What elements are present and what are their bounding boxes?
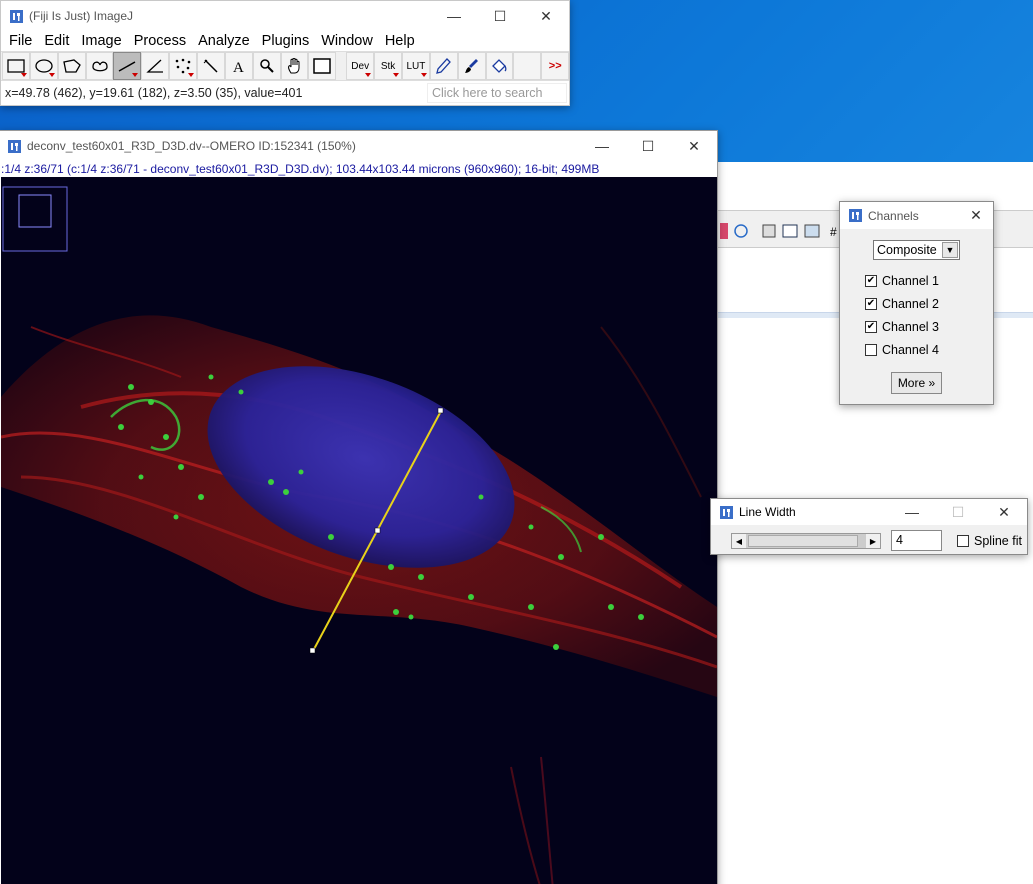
close-button[interactable]: ✕ <box>523 1 569 31</box>
minimize-button[interactable]: — <box>431 1 477 31</box>
checkbox-empty-icon <box>957 535 969 547</box>
line-width-window[interactable]: Line Width — ☐ ✕ ◀ ▶ 4 Spline fit <box>710 498 1028 555</box>
imagej-title: (Fiji Is Just) ImageJ <box>29 9 134 23</box>
channel-1-checkbox[interactable]: ✔ Channel 1 <box>865 272 939 290</box>
more-button[interactable]: More » <box>891 372 942 394</box>
svg-text:A: A <box>233 60 244 74</box>
zoom-tool[interactable] <box>252 52 281 80</box>
brush-icon <box>464 59 478 73</box>
angle-tool[interactable] <box>141 52 170 80</box>
rectangle-tool[interactable] <box>2 52 30 80</box>
line-width-input[interactable]: 4 <box>891 530 942 551</box>
channel-2-checkbox[interactable]: ✔ Channel 2 <box>865 295 939 313</box>
flood-fill-tool[interactable] <box>485 52 514 80</box>
multipoint-icon <box>175 58 191 74</box>
fiji-icon <box>9 9 23 23</box>
oval-tool[interactable] <box>29 52 58 80</box>
imagej-titlebar[interactable]: (Fiji Is Just) ImageJ — ☐ ✕ <box>1 1 569 31</box>
color-picker-icon <box>313 58 332 74</box>
menu-plugins[interactable]: Plugins <box>256 33 316 49</box>
more-tools-button[interactable]: >> <box>541 52 570 80</box>
image-window-titlebar[interactable]: deconv_test60x01_R3D_D3D.dv--OMERO ID:15… <box>0 131 717 161</box>
chevron-down-icon: ▼ <box>942 242 958 258</box>
fiji-icon <box>848 209 862 223</box>
svg-text:#: # <box>830 225 837 239</box>
menu-file[interactable]: File <box>3 33 38 49</box>
line-width-title: Line Width <box>739 505 796 519</box>
image-window[interactable]: deconv_test60x01_R3D_D3D.dv--OMERO ID:15… <box>0 130 718 884</box>
menu-help[interactable]: Help <box>379 33 421 49</box>
hand-tool[interactable] <box>280 52 309 80</box>
oval-icon <box>35 59 53 73</box>
brush-tool[interactable] <box>457 52 486 80</box>
channel-3-checkbox[interactable]: ✔ Channel 3 <box>865 318 939 336</box>
channels-window[interactable]: Channels ✕ Composite ▼ ✔ Channel 1 ✔ Cha… <box>839 201 994 405</box>
paint-bucket-icon <box>492 59 507 73</box>
maximize-button[interactable]: ☐ <box>625 131 671 161</box>
menu-bar: File Edit Image Process Analyze Plugins … <box>1 31 569 51</box>
maximize-button: ☐ <box>951 503 965 520</box>
menu-image[interactable]: Image <box>75 33 127 49</box>
close-button[interactable]: ✕ <box>981 499 1027 525</box>
line-icon <box>118 61 136 72</box>
channels-titlebar[interactable]: Channels ✕ <box>840 202 993 229</box>
freehand-tool[interactable] <box>85 52 114 80</box>
image-window-title: deconv_test60x01_R3D_D3D.dv--OMERO ID:15… <box>27 139 356 153</box>
rectangle-icon <box>7 59 25 73</box>
freehand-icon <box>91 61 108 72</box>
chevron-right-icon[interactable]: ▶ <box>866 534 880 548</box>
wand-icon <box>203 59 218 73</box>
close-button[interactable]: ✕ <box>959 202 993 229</box>
text-tool[interactable]: A <box>224 52 253 80</box>
close-button[interactable]: ✕ <box>671 131 717 161</box>
menu-process[interactable]: Process <box>128 33 192 49</box>
channels-title: Channels <box>868 208 919 223</box>
mode-select-value: Composite <box>877 243 937 257</box>
magnifier-icon <box>259 59 274 73</box>
wand-tool[interactable] <box>197 52 225 80</box>
minimize-button[interactable]: — <box>579 131 625 161</box>
menu-analyze[interactable]: Analyze <box>192 33 256 49</box>
polygon-tool[interactable] <box>57 52 86 80</box>
spline-fit-checkbox[interactable]: Spline fit <box>957 532 1022 550</box>
point-tool[interactable] <box>169 52 198 80</box>
channel-4-checkbox[interactable]: Channel 4 <box>865 341 939 359</box>
angle-icon <box>146 59 164 73</box>
checkbox-checked-icon: ✔ <box>865 298 877 310</box>
image-info: :1/4 z:36/71 (c:1/4 z:36/71 - deconv_tes… <box>0 161 717 177</box>
menu-window[interactable]: Window <box>315 33 379 49</box>
checkbox-checked-icon: ✔ <box>865 321 877 333</box>
imagej-main-window[interactable]: (Fiji Is Just) ImageJ — ☐ ✕ File Edit Im… <box>0 0 570 106</box>
lut-tool[interactable]: LUT <box>401 52 430 80</box>
fiji-icon <box>719 505 733 519</box>
pencil-icon <box>435 58 451 74</box>
maximize-button[interactable]: ☐ <box>477 1 523 31</box>
polygon-icon <box>62 59 81 73</box>
empty-tool-slot <box>513 52 542 80</box>
cell-image <box>1 186 717 884</box>
hand-icon <box>287 58 300 74</box>
status-text: x=49.78 (462), y=19.61 (182), z=3.50 (35… <box>5 86 303 100</box>
color-picker-tool[interactable] <box>308 52 337 80</box>
pencil-tool[interactable] <box>429 52 458 80</box>
checkbox-empty-icon <box>865 344 877 356</box>
image-canvas[interactable] <box>1 177 717 884</box>
chevron-left-icon[interactable]: ◀ <box>732 534 746 548</box>
menu-edit[interactable]: Edit <box>38 33 75 49</box>
fiji-icon <box>7 139 21 153</box>
dev-tool[interactable]: Dev <box>346 52 375 80</box>
status-row: x=49.78 (462), y=19.61 (182), z=3.50 (35… <box>1 81 569 105</box>
slider-thumb[interactable] <box>748 535 858 547</box>
line-width-titlebar[interactable]: Line Width — ☐ ✕ <box>711 499 1027 525</box>
text-icon: A <box>233 60 244 74</box>
minimize-button[interactable]: — <box>889 499 935 525</box>
tool-bar: A Dev Stk LUT >> <box>1 51 570 81</box>
search-field[interactable]: Click here to search <box>427 83 567 103</box>
checkbox-checked-icon: ✔ <box>865 275 877 287</box>
line-tool[interactable] <box>113 52 142 80</box>
line-width-slider[interactable]: ◀ ▶ <box>731 533 881 549</box>
stk-tool[interactable]: Stk <box>374 52 402 80</box>
mode-select[interactable]: Composite ▼ <box>873 240 960 260</box>
